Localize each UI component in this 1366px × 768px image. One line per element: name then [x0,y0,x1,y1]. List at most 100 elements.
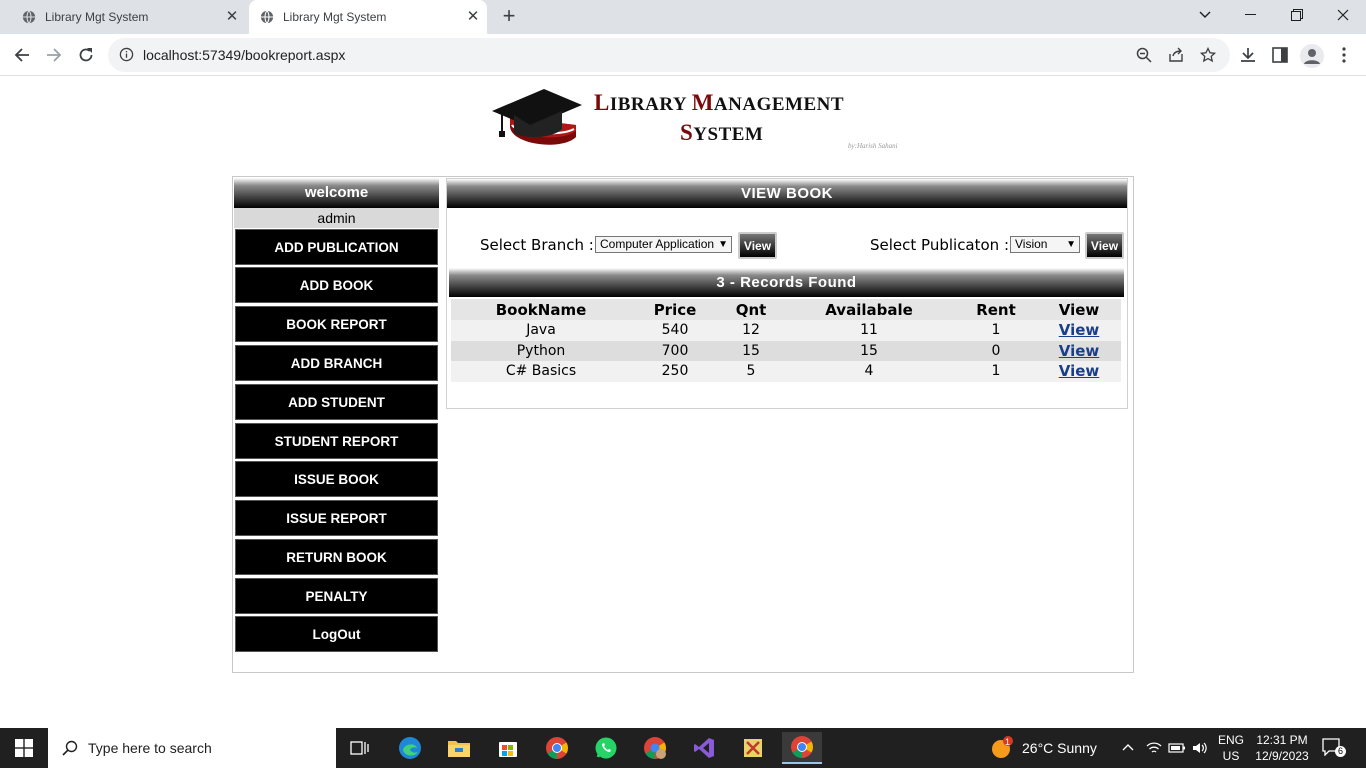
return-book-button[interactable]: RETURN BOOK [235,539,438,575]
available-cell: 4 [783,361,955,382]
forward-button[interactable] [41,42,67,68]
chrome-icon[interactable] [537,732,577,764]
view-cell: View [1037,361,1121,382]
add-branch-button[interactable]: ADD BRANCH [235,345,438,381]
notifications-button[interactable]: 6 [1322,738,1346,758]
minimize-button[interactable] [1228,0,1274,30]
chevron-up-icon[interactable] [1122,742,1134,752]
reload-button[interactable] [73,42,99,68]
search-placeholder: Type here to search [88,740,212,756]
qnt-cell: 12 [719,320,783,341]
bookmark-star-icon[interactable] [1200,47,1216,63]
logo-byline: by:Harish Sahani [848,142,898,150]
records-found-bar: 3 - Records Found [449,268,1124,297]
publication-view-button[interactable]: View [1085,232,1124,259]
address-bar[interactable]: localhost:57349/bookreport.aspx [108,38,1230,72]
kebab-menu-icon[interactable] [1335,46,1353,64]
available-cell: 15 [783,340,955,361]
chrome-active-icon[interactable] [782,732,822,764]
issue-report-button[interactable]: ISSUE REPORT [235,500,438,536]
back-button[interactable] [9,42,35,68]
column-header: Price [631,299,719,320]
add-publication-button[interactable]: ADD PUBLICATION [235,229,438,265]
clock[interactable]: 12:31 PM 12/9/2023 [1252,732,1312,764]
graduation-cap-icon [492,89,582,145]
chevron-down-icon: ▼ [1066,239,1076,250]
column-header: View [1037,299,1121,320]
branch-view-button[interactable]: View [738,232,777,259]
branch-select[interactable]: Computer Application ▼ [595,236,732,253]
qnt-cell: 5 [719,361,783,382]
restore-button[interactable] [1274,0,1320,30]
share-icon[interactable] [1168,47,1184,63]
visual-studio-icon[interactable] [684,732,724,764]
wifi-icon[interactable] [1146,741,1162,755]
books-table: BookName Price Qnt Availabale Rent View … [451,299,1121,382]
zoom-icon[interactable] [1136,47,1152,63]
region-code: US [1222,749,1240,763]
publication-select[interactable]: Vision ▼ [1010,236,1080,253]
site-logo: LIBRARY MANAGEMENT SYSTEM by:Harish Saha… [490,85,910,155]
view-link[interactable]: View [1059,342,1100,360]
file-explorer-icon[interactable] [439,732,479,764]
globe-icon [260,10,274,24]
student-report-button[interactable]: STUDENT REPORT [235,423,438,459]
edge-icon[interactable] [390,732,430,764]
search-icon [62,740,78,756]
url-text: localhost:57349/bookreport.aspx [143,47,346,63]
weather-text: 26°C Sunny [1022,740,1097,756]
clock-date: 12/9/2023 [1255,749,1309,763]
logo-title-line1: LIBRARY MANAGEMENT [594,90,845,115]
branch-select-value: Computer Application [600,237,715,251]
publication-select-value: Vision [1015,237,1048,251]
language-indicator[interactable]: ENG US [1218,732,1244,764]
column-header: Rent [955,299,1037,320]
battery-icon[interactable] [1168,742,1186,754]
column-header: Availabale [783,299,955,320]
rent-cell: 1 [955,361,1037,382]
info-icon[interactable] [119,47,134,62]
task-view-icon[interactable] [340,732,380,764]
side-panel-icon[interactable] [1271,46,1289,64]
price-cell: 540 [631,320,719,341]
issue-book-button[interactable]: ISSUE BOOK [235,461,438,497]
add-book-button[interactable]: ADD BOOK [235,267,438,303]
whatsapp-icon[interactable] [586,732,626,764]
person-icon [1304,49,1320,64]
browser-tab-active[interactable]: Library Mgt System ✕ [249,0,487,34]
sun-icon [992,736,1013,758]
column-header: BookName [451,299,631,320]
table-header-row: BookName Price Qnt Availabale Rent View [451,299,1121,320]
logout-button[interactable]: LogOut [235,616,438,652]
price-cell: 700 [631,340,719,361]
tab-search-chevron-icon[interactable] [1182,0,1228,30]
taskbar-search-box[interactable]: Type here to search [48,728,336,768]
book-name-cell: Python [451,340,631,361]
logo-title-line2: SYSTEM [680,120,764,145]
browser-tab[interactable]: Library Mgt System ✕ [0,0,246,34]
table-row: Java 540 12 11 1 View [451,320,1121,341]
windows-logo-icon [15,739,33,757]
view-cell: View [1037,320,1121,341]
start-button[interactable] [0,728,48,768]
new-tab-button[interactable]: + [498,5,520,27]
close-window-button[interactable] [1320,0,1366,30]
penalty-button[interactable]: PENALTY [235,578,438,614]
book-name-cell: C# Basics [451,361,631,382]
add-student-button[interactable]: ADD STUDENT [235,384,438,420]
close-tab-icon[interactable]: ✕ [224,9,240,25]
chrome-profile-icon[interactable] [635,732,675,764]
sticky-tools-icon[interactable] [733,732,773,764]
microsoft-store-icon[interactable] [488,732,528,764]
browser-toolbar: localhost:57349/bookreport.aspx [0,34,1366,76]
book-name-cell: Java [451,320,631,341]
volume-icon[interactable] [1192,741,1208,755]
profile-avatar[interactable] [1300,44,1324,68]
weather-widget[interactable]: 1 26°C Sunny [990,728,1097,768]
view-link[interactable]: View [1059,321,1100,339]
download-icon[interactable] [1239,46,1257,64]
view-link[interactable]: View [1059,362,1100,380]
book-report-button[interactable]: BOOK REPORT [235,306,438,342]
branch-label: Select Branch : [480,236,594,254]
close-tab-icon[interactable]: ✕ [465,9,481,25]
